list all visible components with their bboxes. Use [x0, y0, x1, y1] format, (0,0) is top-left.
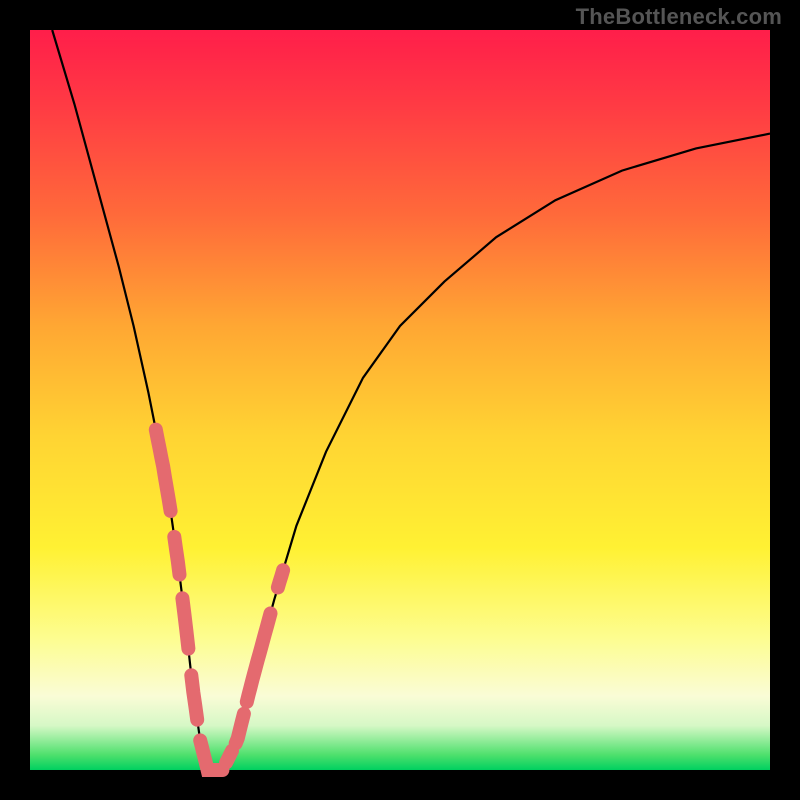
highlight-segment: [191, 675, 197, 719]
highlight-segment: [156, 430, 171, 511]
chart-frame: TheBottleneck.com: [0, 0, 800, 800]
plot-area: [30, 30, 770, 770]
watermark-text: TheBottleneck.com: [576, 4, 782, 30]
highlight-segment: [174, 537, 179, 575]
highlight-segment: [182, 598, 188, 648]
highlight-markers: [156, 430, 283, 770]
highlight-segment: [236, 714, 244, 744]
highlight-segment: [200, 740, 222, 770]
curve-svg: [30, 30, 770, 770]
highlight-segment: [247, 613, 271, 702]
bottleneck-curve: [52, 30, 770, 770]
highlight-segment: [226, 751, 232, 763]
highlight-segment: [278, 570, 283, 587]
